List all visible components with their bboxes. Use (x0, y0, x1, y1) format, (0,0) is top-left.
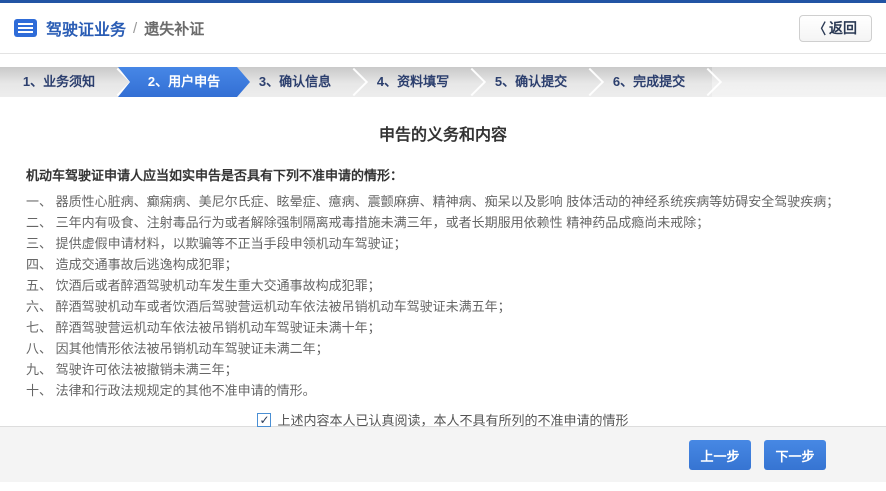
step-2-user-declaration[interactable]: 2、用户申告 (118, 67, 250, 97)
step-label: 6、完成提交 (612, 74, 686, 89)
agreement-checkbox[interactable]: ✓ (257, 412, 272, 427)
rule-list: 一、 器质性心脏病、癫痫病、美尼尔氏症、眩晕症、癔病、震颤麻痹、精神病、痴呆以及… (26, 191, 860, 401)
back-button[interactable]: 〈 返回 (798, 14, 872, 42)
breadcrumb-current: 遗失补证 (144, 20, 205, 38)
stepbar-tail (712, 67, 886, 97)
rule-item-3: 三、 提供虚假申请材料，以欺骗等不正当手段申领机动车驾驶证； (26, 236, 407, 251)
step-label: 3、确认信息 (258, 74, 332, 89)
declaration-intro: 机动车驾驶证申请人应当如实申告是否具有下列不准申请的情形： (26, 168, 404, 183)
step-6-complete-submit[interactable]: 6、完成提交 (590, 67, 723, 97)
back-chevron-icon: 〈 (813, 20, 826, 37)
declaration-content: 申告的义务和内容 机动车驾驶证申请人应当如实申告是否具有下列不准申请的情形： 一… (0, 97, 886, 428)
page-header: 驾驶证业务 / 遗失补证 〈 返回 (0, 3, 886, 54)
previous-step-button[interactable]: 上一步 (689, 440, 751, 470)
rule-item-10: 十、 法律和行政法规规定的其他不准申请的情形。 (26, 383, 316, 398)
step-3-confirm-info[interactable]: 3、确认信息 (236, 67, 369, 97)
rule-item-7: 七、 醉酒驾驶营运机动车依法被吊销机动车驾驶证未满十年； (26, 320, 381, 335)
rule-item-4: 四、 造成交通事故后逃逸构成犯罪； (26, 257, 238, 272)
rule-item-1: 一、 器质性心脏病、癫痫病、美尼尔氏症、眩晕症、癔病、震颤麻痹、精神病、痴呆以及… (26, 194, 840, 209)
footer-action-bar: 上一步 下一步 (0, 426, 886, 482)
rule-item-8: 八、 因其他情形依法被吊销机动车驾驶证未满二年； (26, 341, 329, 356)
back-button-label: 返回 (829, 20, 857, 36)
step-4-fill-materials[interactable]: 4、资料填写 (354, 67, 487, 97)
step-5-confirm-submit[interactable]: 5、确认提交 (472, 67, 605, 97)
rule-item-2: 二、 三年内有吸食、注射毒品行为或者解除强制隔离戒毒措施未满三年，或者长期服用依… (26, 215, 710, 230)
step-progress-bar: 1、业务须知 2、用户申告 3、确认信息 4、资料填写 5、确认提交 6、完成提… (0, 67, 886, 97)
step-label: 5、确认提交 (494, 74, 568, 89)
step-label: 1、业务须知 (22, 74, 96, 89)
license-card-icon (14, 19, 37, 37)
rule-item-5: 五、 饮酒后或者醉酒驾驶机动车发生重大交通事故构成犯罪； (26, 278, 381, 293)
agreement-label: 上述内容本人已认真阅读，本人不具有所列的不准申请的情形 (277, 413, 629, 428)
step-label: 2、用户申告 (147, 74, 221, 89)
step-label: 4、资料填写 (376, 74, 450, 89)
rule-item-9: 九、 驾驶许可依法被撤销未满三年； (26, 362, 238, 377)
breadcrumb-separator: / (133, 19, 138, 37)
next-step-button[interactable]: 下一步 (764, 440, 826, 470)
page-title: 驾驶证业务 (46, 22, 127, 39)
rule-item-6: 六、 醉酒驾驶机动车或者饮酒后驾驶营运机动车依法被吊销机动车驾驶证未满五年； (26, 299, 511, 314)
steps-region: 1、业务须知 2、用户申告 3、确认信息 4、资料填写 5、确认提交 6、完成提… (0, 67, 723, 97)
content-title: 申告的义务和内容 (378, 127, 507, 144)
bottom-strip (0, 482, 886, 489)
step-1-business-notice[interactable]: 1、业务须知 (0, 67, 133, 97)
